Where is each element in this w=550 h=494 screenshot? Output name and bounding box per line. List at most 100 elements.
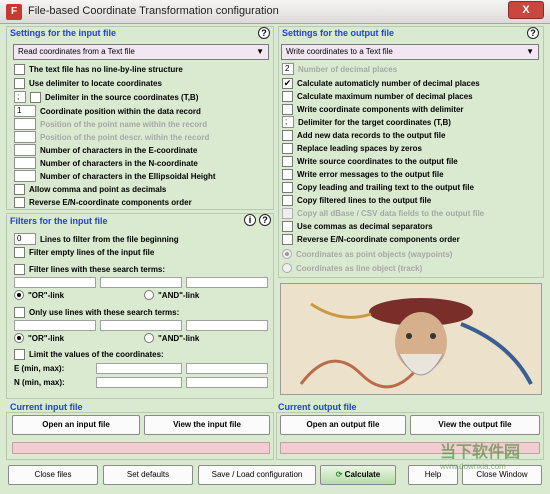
target-delimiter-input[interactable]: ; <box>282 116 294 128</box>
close-files-button[interactable]: Close files <box>8 465 98 485</box>
checkbox-box[interactable] <box>14 348 25 360</box>
radio-button[interactable] <box>14 290 24 300</box>
checkbox-box[interactable] <box>282 233 293 245</box>
checkbox-box[interactable] <box>282 155 293 167</box>
delimiter-source-input[interactable]: ; <box>14 91 26 103</box>
checkbox-max-decimals[interactable]: Calculate maximum number of decimal plac… <box>282 90 473 102</box>
checkbox-label: Reverse E/N-coordinate components order <box>29 197 192 207</box>
window-close-button[interactable]: X <box>508 1 544 19</box>
point-name-position-input[interactable] <box>14 118 36 130</box>
checkbox-box[interactable] <box>14 183 25 195</box>
view-output-button[interactable]: View the output file <box>410 415 540 435</box>
checkbox-reverse-output[interactable]: Reverse E/N-coordinate components order <box>282 233 460 245</box>
checkbox-box[interactable] <box>282 129 293 141</box>
radio-line-object[interactable]: Coordinates as line object (track) <box>282 262 422 274</box>
radio-or-link-2[interactable]: "OR"-link <box>14 332 64 344</box>
radio-button[interactable] <box>282 249 292 259</box>
output-help-icon[interactable]: ? <box>527 27 539 39</box>
checkbox-label: Copy filtered lines to the output file <box>297 195 432 205</box>
read-mode-select[interactable]: Read coordinates from a Text file ▼ <box>13 44 269 60</box>
app-icon: F <box>6 4 22 20</box>
checkbox-no-line-structure[interactable]: The text file has no line-by-line struct… <box>14 63 183 75</box>
checkbox-copy-filtered[interactable]: Copy filtered lines to the output file <box>282 194 431 206</box>
watermark: 当下软件园 www.downxia.com <box>440 438 544 471</box>
radio-and-link-2[interactable]: "AND"-link <box>144 332 199 344</box>
radio-and-link-1[interactable]: "AND"-link <box>144 289 199 301</box>
checkbox-only-use[interactable]: Only use lines with these search terms: <box>14 306 179 318</box>
view-input-button[interactable]: View the input file <box>144 415 270 435</box>
field-label: Position of the point descr. within the … <box>40 132 210 142</box>
checkbox-delimiter-source[interactable]: ; Delimiter in the source coordinates (T,… <box>14 91 198 103</box>
set-defaults-button[interactable]: Set defaults <box>103 465 193 485</box>
only-term-1[interactable] <box>14 320 96 331</box>
checkbox-write-errors[interactable]: Write error messages to the output file <box>282 168 444 180</box>
title-bar: F File-based Coordinate Transformation c… <box>0 0 550 24</box>
checkbox-box[interactable] <box>282 181 293 193</box>
radio-button[interactable] <box>144 290 154 300</box>
only-term-3[interactable] <box>186 320 268 331</box>
checkbox-box[interactable] <box>14 63 25 75</box>
checkbox-filter-empty[interactable]: Filter empty lines of the input file <box>14 246 154 258</box>
filter-term-3[interactable] <box>186 277 268 288</box>
checkbox-box[interactable] <box>30 91 41 103</box>
checkbox-box[interactable] <box>282 220 293 232</box>
checkbox-copy-text[interactable]: Copy leading and trailing text to the ou… <box>282 181 474 193</box>
n-min-input[interactable] <box>96 377 182 388</box>
checkbox-replace-spaces[interactable]: Replace leading spaces by zeros <box>282 142 422 154</box>
e-min-input[interactable] <box>96 363 182 374</box>
checkbox-filter-search[interactable]: Filter lines with these search terms: <box>14 263 165 275</box>
checkbox-box[interactable] <box>14 263 25 275</box>
checkbox-copy-dbase[interactable]: Copy all dBase / CSV data fields to the … <box>282 207 484 219</box>
radio-or-link-1[interactable]: "OR"-link <box>14 289 64 301</box>
checkbox-limit-values[interactable]: Limit the values of the coordinates: <box>14 348 164 360</box>
checkbox-box[interactable]: ✔ <box>282 77 293 89</box>
filters-help-icon[interactable]: ? <box>259 214 271 226</box>
filter-term-1[interactable] <box>14 277 96 288</box>
checkbox-box[interactable] <box>14 246 25 258</box>
radio-point-objects[interactable]: Coordinates as point objects (waypoints) <box>282 248 452 260</box>
lines-to-filter-input[interactable]: 0 <box>14 233 36 245</box>
only-term-2[interactable] <box>100 320 182 331</box>
checkbox-box[interactable] <box>282 142 293 154</box>
checkbox-comma-point[interactable]: Allow comma and point as decimals <box>14 183 166 195</box>
checkbox-box[interactable] <box>14 196 25 208</box>
n-chars-input[interactable] <box>14 157 36 169</box>
checkbox-box[interactable] <box>14 77 25 89</box>
checkbox-reverse-en[interactable]: Reverse E/N-coordinate components order <box>14 196 192 208</box>
checkbox-write-delimiter[interactable]: Write coordinate components with delimit… <box>282 103 464 115</box>
e-max-input[interactable] <box>186 363 268 374</box>
checkbox-box[interactable] <box>282 90 293 102</box>
input-help-icon[interactable]: ? <box>258 27 270 39</box>
checkbox-box[interactable] <box>282 207 293 219</box>
checkbox-write-source[interactable]: Write source coordinates to the output f… <box>282 155 458 167</box>
radio-button[interactable] <box>144 333 154 343</box>
current-input-title: Current input file <box>10 402 83 412</box>
checkbox-label: Limit the values of the coordinates: <box>29 349 164 359</box>
radio-button[interactable] <box>282 263 292 273</box>
checkbox-add-records[interactable]: Add new data records to the output file <box>282 129 445 141</box>
checkbox-label: The text file has no line-by-line struct… <box>29 64 183 74</box>
checkbox-box[interactable] <box>14 306 25 318</box>
checkbox-use-commas[interactable]: Use commas as decimal separators <box>282 220 433 232</box>
open-input-button[interactable]: Open an input file <box>12 415 140 435</box>
save-load-button[interactable]: Save / Load configuration <box>198 465 316 485</box>
calculate-button[interactable]: ⟳ Calculate <box>320 465 396 485</box>
info-icon[interactable]: i <box>244 214 256 226</box>
checkbox-box[interactable] <box>282 168 293 180</box>
e-chars-input[interactable] <box>14 144 36 156</box>
radio-button[interactable] <box>14 333 24 343</box>
write-mode-select[interactable]: Write coordinates to a Text file ▼ <box>281 44 539 60</box>
n-max-input[interactable] <box>186 377 268 388</box>
checkbox-label: Use delimiter to locate coordinates <box>29 78 162 88</box>
height-chars-input[interactable] <box>14 170 36 182</box>
checkbox-box[interactable] <box>282 194 293 206</box>
decimal-places-input[interactable]: 2 <box>282 63 294 75</box>
point-descr-position-input[interactable] <box>14 131 36 143</box>
checkbox-box[interactable] <box>282 103 293 115</box>
open-output-button[interactable]: Open an output file <box>280 415 406 435</box>
checkbox-label: Write source coordinates to the output f… <box>297 156 458 166</box>
filter-term-2[interactable] <box>100 277 182 288</box>
checkbox-use-delimiter[interactable]: Use delimiter to locate coordinates <box>14 77 162 89</box>
coordinate-position-input[interactable]: 1 <box>14 105 36 117</box>
checkbox-auto-decimals[interactable]: ✔ Calculate automaticly number of decimal… <box>282 77 480 89</box>
